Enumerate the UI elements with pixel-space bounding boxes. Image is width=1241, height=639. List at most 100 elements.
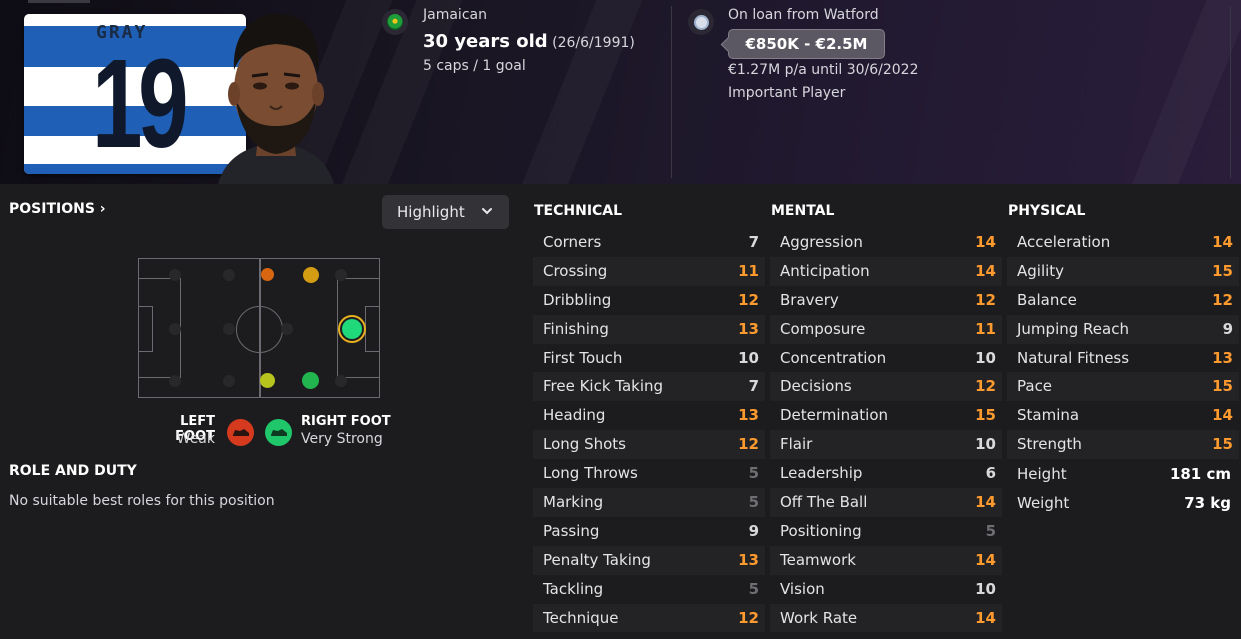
contract-wage: €1.27M p/a until 30/6/2022 — [728, 62, 919, 78]
right-foot-value: Very Strong — [301, 431, 383, 447]
mental-attribute-row[interactable]: Leadership 6 — [770, 459, 1002, 488]
attribute-value: 13 — [738, 550, 759, 569]
technical-attribute-row[interactable]: Heading 13 — [533, 401, 765, 430]
role-duty-title: ROLE AND DUTY — [9, 463, 137, 479]
positions-link[interactable]: POSITIONS › — [9, 201, 106, 217]
mental-attribute-row[interactable]: Teamwork 14 — [770, 545, 1002, 575]
mental-attribute-row[interactable]: Aggression 14 — [770, 228, 1002, 257]
tab-indicator — [28, 0, 90, 3]
loan-status[interactable]: On loan from Watford — [728, 7, 879, 23]
attribute-name: Marking — [543, 493, 604, 512]
attribute-name: Passing — [543, 521, 600, 540]
physical-attribute-row[interactable]: Agility 15 — [1007, 256, 1239, 286]
mental-attribute-row[interactable]: Positioning 5 — [770, 517, 1002, 546]
mental-attribute-row[interactable]: Flair 10 — [770, 430, 1002, 460]
mental-attribute-row[interactable]: Bravery 12 — [770, 286, 1002, 315]
technical-attribute-row[interactable]: Long Shots 12 — [533, 430, 765, 460]
physical-attribute-row[interactable]: Acceleration 14 — [1007, 228, 1239, 257]
technical-title: TECHNICAL — [534, 203, 623, 219]
mental-attribute-row[interactable]: Concentration 10 — [770, 344, 1002, 373]
highlight-dropdown[interactable]: Highlight — [382, 195, 509, 229]
technical-attribute-row[interactable]: Free Kick Taking 7 — [533, 372, 765, 402]
attribute-name: Jumping Reach — [1017, 319, 1129, 338]
positions-link-label: POSITIONS — [9, 201, 95, 217]
physical-attribute-row[interactable]: Jumping Reach 9 — [1007, 314, 1239, 344]
physical-title: PHYSICAL — [1008, 203, 1086, 219]
attribute-name: Pace — [1017, 377, 1053, 396]
attribute-value: 5 — [748, 464, 759, 483]
technical-attribute-row[interactable]: Passing 9 — [533, 517, 765, 546]
right-boot-icon — [265, 419, 292, 446]
age-line: 30 years old (26/6/1991) — [423, 31, 635, 52]
mental-attribute-row[interactable]: Composure 11 — [770, 314, 1002, 344]
position-dot-ml[interactable] — [260, 373, 275, 388]
attribute-name: Long Throws — [543, 464, 638, 483]
technical-attribute-row[interactable]: Penalty Taking 13 — [533, 545, 765, 575]
attribute-name: Strength — [1017, 435, 1082, 454]
mental-attribute-row[interactable]: Anticipation 14 — [770, 256, 1002, 286]
attribute-name: Dribbling — [543, 290, 612, 309]
attribute-value: 15 — [1212, 261, 1233, 280]
physical-attribute-row[interactable]: Natural Fitness 13 — [1007, 344, 1239, 373]
attribute-value: 12 — [1212, 290, 1233, 309]
height-label: Height — [1017, 465, 1067, 483]
technical-attribute-row[interactable]: Finishing 13 — [533, 314, 765, 344]
weight-label: Weight — [1017, 494, 1070, 512]
attribute-name: Heading — [543, 406, 606, 425]
attribute-value: 10 — [975, 348, 996, 367]
attribute-value: 9 — [1222, 319, 1233, 338]
attribute-value: 5 — [985, 521, 996, 540]
weight-value: 73 kg — [1184, 494, 1231, 512]
attribute-value: 10 — [738, 348, 759, 367]
attribute-name: Decisions — [780, 377, 852, 396]
mental-attribute-row[interactable]: Determination 15 — [770, 401, 1002, 430]
nationality-flag-icon — [382, 9, 408, 35]
transfer-value-badge[interactable]: €850K - €2.5M — [728, 29, 885, 59]
physical-attribute-row[interactable]: Pace 15 — [1007, 372, 1239, 402]
attribute-value: 12 — [975, 377, 996, 396]
attribute-name: Free Kick Taking — [543, 377, 664, 396]
mental-attribute-row[interactable]: Off The Ball 14 — [770, 488, 1002, 517]
mental-attribute-row[interactable]: Work Rate 14 — [770, 603, 1002, 633]
weight-row: Weight 73 kg — [1007, 489, 1239, 517]
attribute-name: Natural Fitness — [1017, 348, 1130, 367]
position-dot-mr[interactable] — [302, 372, 319, 389]
left-boot-icon — [227, 419, 254, 446]
technical-attribute-row[interactable]: Tackling 5 — [533, 575, 765, 604]
position-dot-st[interactable] — [342, 319, 362, 339]
right-foot-label: RIGHT FOOT — [301, 414, 391, 429]
physical-attribute-row[interactable]: Strength 15 — [1007, 430, 1239, 460]
technical-attribute-row[interactable]: Technique 12 — [533, 603, 765, 633]
attribute-value: 12 — [738, 290, 759, 309]
technical-attribute-row[interactable]: First Touch 10 — [533, 344, 765, 373]
attribute-name: Flair — [780, 435, 813, 454]
attribute-name: First Touch — [543, 348, 623, 367]
technical-attribute-row[interactable]: Marking 5 — [533, 488, 765, 517]
technical-attribute-row[interactable]: Dribbling 12 — [533, 286, 765, 315]
attribute-name: Leadership — [780, 464, 863, 483]
chevron-down-icon — [482, 208, 492, 215]
position-dot-amr[interactable] — [303, 267, 319, 283]
attribute-value: 6 — [985, 464, 996, 483]
mental-attribute-row[interactable]: Vision 10 — [770, 575, 1002, 604]
attribute-value: 10 — [975, 579, 996, 598]
attribute-name: Agility — [1017, 261, 1065, 280]
technical-attribute-row[interactable]: Long Throws 5 — [533, 459, 765, 488]
mental-attributes: MENTAL Aggression 14 Anticipation 14 Bravery… — [770, 203, 1002, 633]
technical-attribute-row[interactable]: Crossing 11 — [533, 256, 765, 286]
player-header: GRAY 19 Jamaican 30 years old (26/6/1991… — [0, 0, 1241, 184]
attribute-name: Stamina — [1017, 406, 1080, 425]
attribute-name: Acceleration — [1017, 233, 1111, 251]
nationality: Jamaican — [423, 7, 487, 23]
attribute-name: Teamwork — [780, 550, 856, 569]
physical-attribute-row[interactable]: Stamina 14 — [1007, 401, 1239, 430]
attribute-value: 7 — [748, 233, 759, 251]
mental-attribute-row[interactable]: Decisions 12 — [770, 372, 1002, 402]
position-dot-aml[interactable] — [261, 268, 274, 281]
attribute-name: Work Rate — [780, 608, 858, 627]
attribute-value: 13 — [738, 319, 759, 338]
physical-attribute-row[interactable]: Balance 12 — [1007, 286, 1239, 315]
attribute-name: Concentration — [780, 348, 887, 367]
club-badge-icon[interactable] — [688, 9, 714, 35]
technical-attribute-row[interactable]: Corners 7 — [533, 228, 765, 257]
